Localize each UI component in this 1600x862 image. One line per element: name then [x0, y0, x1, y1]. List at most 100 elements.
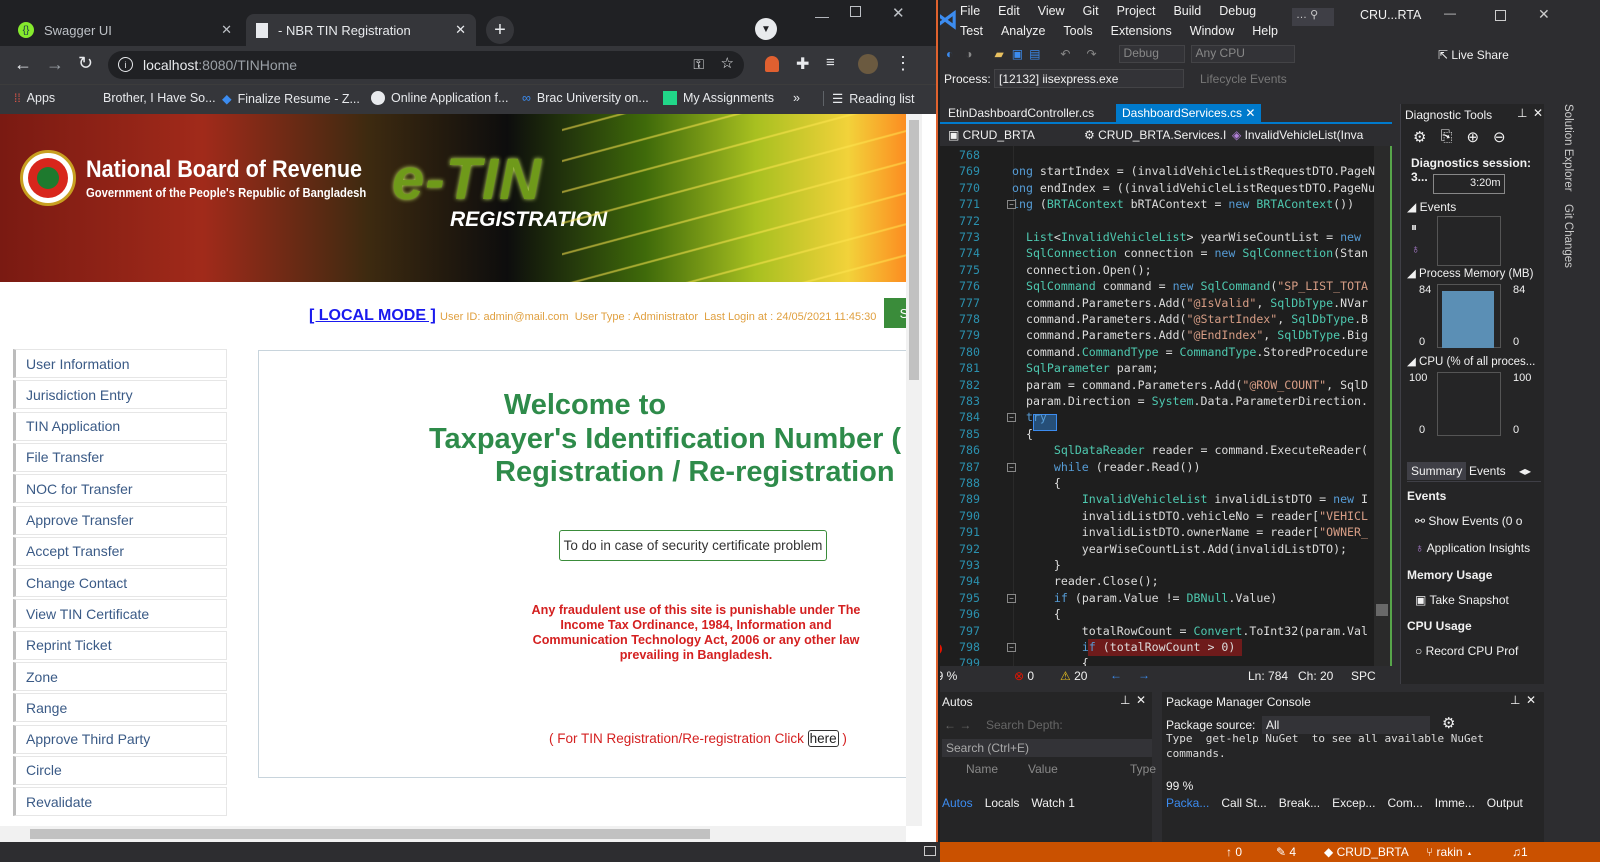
show-events-link[interactable]: ⚯ Show Events (0 o — [1415, 514, 1522, 528]
zoom-in-icon[interactable]: ⊕ — [1466, 128, 1479, 146]
menu-item[interactable]: Tools — [1063, 24, 1092, 38]
sidebar-item[interactable]: Reprint Ticket — [13, 630, 227, 660]
pencil-count[interactable]: ✎ 4 — [1276, 845, 1296, 859]
branch-name[interactable]: ⑂ rakin ▴ — [1426, 845, 1473, 859]
sidebar-item[interactable]: Approve Third Party — [13, 724, 227, 754]
menu-item[interactable]: View — [1038, 4, 1065, 18]
reload-icon[interactable]: ↻ — [78, 53, 93, 74]
close-window-icon[interactable]: ✕ — [892, 4, 905, 22]
fold-icon[interactable]: − — [1007, 593, 1016, 603]
menu-item[interactable]: Window — [1190, 24, 1234, 38]
bookmark-apps[interactable]: ⁞⁞ Apps — [14, 91, 55, 105]
sidebar-item[interactable]: Accept Transfer — [13, 536, 227, 566]
forward-icon[interactable]: ◑ — [965, 47, 972, 61]
url-input[interactable]: i localhost:8080/TINHome ⚿ ☆ — [108, 51, 744, 79]
bookmark-5[interactable]: My Assignments — [663, 91, 774, 105]
back-icon[interactable]: ◐ — [946, 47, 953, 61]
info-icon[interactable]: i — [118, 57, 133, 72]
vertical-scrollbar[interactable] — [906, 114, 922, 826]
bookmark-3[interactable]: Online Application f... — [371, 91, 508, 105]
menu-item[interactable]: Build — [1173, 4, 1201, 18]
sidebar-item[interactable]: TIN Application — [13, 411, 227, 441]
reading-list[interactable]: ☰ Reading list — [823, 91, 915, 106]
menu-item[interactable]: Help — [1252, 24, 1278, 38]
tab-search-icon[interactable]: ▼ — [755, 18, 777, 40]
tab-locals[interactable]: Locals — [985, 796, 1020, 810]
lifecycle-events[interactable]: Lifecycle Events — [1200, 72, 1287, 86]
menu-item[interactable]: File — [960, 4, 980, 18]
git-changes-tab[interactable]: Git Changes — [1562, 204, 1574, 268]
close-icon[interactable]: ✕ — [1526, 693, 1536, 707]
save-all-icon[interactable]: ▤ — [1029, 47, 1040, 61]
bookmark-1[interactable]: Brother, I Have So... — [103, 91, 216, 105]
sidebar-item[interactable]: NOC for Transfer — [13, 474, 227, 504]
close-icon[interactable]: ✕ — [1538, 6, 1550, 23]
autos-search-input[interactable]: Search (Ctrl+E) — [942, 739, 1152, 757]
tab-scroll-icon[interactable]: ◂▸ — [1519, 464, 1531, 478]
bottom-tab[interactable]: Break... — [1279, 796, 1320, 810]
tab-etin-controller[interactable]: EtinDashboardController.cs — [940, 104, 1102, 124]
sidebar-item[interactable]: User Information — [13, 349, 227, 378]
bookmark-2[interactable]: ◆ Finalize Resume - Z... — [222, 91, 360, 107]
open-icon[interactable]: ▰ — [995, 47, 1004, 61]
notifications-icon[interactable]: ♫1 — [1512, 845, 1528, 859]
platform-select[interactable]: Any CPU — [1190, 45, 1295, 63]
close-icon[interactable]: ✕ — [1533, 106, 1543, 120]
close-icon[interactable]: ✕ — [455, 22, 466, 38]
tab-autos[interactable]: Autos — [942, 796, 973, 810]
nav-back-icon[interactable]: ← — [1110, 668, 1122, 682]
bottom-tab[interactable]: Com... — [1387, 796, 1422, 810]
save-icon[interactable]: ▣ — [1012, 47, 1023, 61]
solution-explorer-tab[interactable]: Solution Explorer — [1562, 104, 1574, 192]
menu-item[interactable]: Debug — [1219, 4, 1256, 18]
horizontal-scrollbar[interactable] — [0, 826, 906, 842]
menu-item[interactable]: Test — [960, 24, 983, 38]
new-tab-button[interactable]: + — [486, 16, 514, 44]
redo-icon[interactable]: ↷ — [1086, 47, 1096, 61]
menu-item[interactable]: Git — [1083, 4, 1099, 18]
maximize-icon[interactable] — [1495, 10, 1506, 21]
sidebar-item[interactable]: Circle — [13, 755, 227, 785]
repo-name[interactable]: ◆ CRUD_BRTA — [1324, 845, 1409, 859]
fold-icon[interactable]: − — [1007, 462, 1016, 472]
pin-icon[interactable]: ⊥ — [1510, 693, 1520, 707]
star-icon[interactable]: ☆ — [721, 54, 734, 72]
minimize-icon[interactable]: — — [1444, 6, 1456, 20]
bottom-tab[interactable]: Output — [1487, 796, 1523, 810]
up-count[interactable]: ↑ 0 — [1226, 845, 1242, 859]
extension-icon[interactable] — [765, 56, 779, 72]
tab-dashboard-services[interactable]: DashboardServices.cs ✕ — [1116, 104, 1262, 124]
bookmark-4[interactable]: ∞ Brac University on... — [522, 91, 649, 105]
class-dropdown[interactable]: ⚙ CRUD_BRTA.Services.I — [1084, 128, 1226, 142]
process-select[interactable]: [12132] iisexpress.exe — [994, 69, 1184, 88]
bottom-tab[interactable]: Packa... — [1166, 796, 1209, 810]
sidebar-item[interactable]: Range — [13, 693, 227, 723]
tab-events[interactable]: Events — [1469, 464, 1506, 478]
close-icon[interactable]: ✕ — [1245, 106, 1255, 120]
sidebar-item[interactable]: Change Contact — [13, 568, 227, 598]
fold-icon[interactable]: − — [1007, 643, 1016, 652]
key-icon[interactable]: ⚿ — [693, 56, 704, 73]
minimize-icon[interactable]: — — [815, 8, 829, 24]
menu-item[interactable]: Extensions — [1111, 24, 1172, 38]
pmc-zoom[interactable]: 99 % — [1166, 779, 1193, 793]
timeline-slider[interactable]: 3:20m — [1433, 174, 1505, 194]
fold-icon[interactable]: − — [1007, 200, 1016, 210]
pin-icon[interactable]: ⊥ — [1517, 106, 1527, 120]
bottom-tab[interactable]: Call St... — [1221, 796, 1266, 810]
menu-item[interactable]: Project — [1117, 4, 1156, 18]
tab-watch[interactable]: Watch 1 — [1031, 796, 1075, 810]
sidebar-item[interactable]: Revalidate — [13, 787, 227, 817]
sidebar-item[interactable]: File Transfer — [13, 442, 227, 472]
sidebar-item[interactable]: Jurisdiction Entry — [13, 380, 227, 410]
tab-nbr[interactable]: - NBR TIN Registration ✕ — [246, 14, 476, 46]
bookmarks-overflow[interactable]: » — [793, 91, 800, 105]
fold-icon[interactable]: − — [1007, 413, 1016, 423]
tab-summary[interactable]: Summary — [1407, 462, 1467, 480]
local-mode-link[interactable]: [ LOCAL MODE ] — [309, 307, 436, 325]
zoom-out-icon[interactable]: ⊖ — [1493, 128, 1506, 146]
forward-icon[interactable]: → — [46, 54, 64, 75]
editor-scrollbar[interactable] — [1374, 146, 1390, 666]
settings-icon[interactable]: ⚙ — [1413, 128, 1426, 146]
here-link[interactable]: here — [807, 730, 839, 747]
